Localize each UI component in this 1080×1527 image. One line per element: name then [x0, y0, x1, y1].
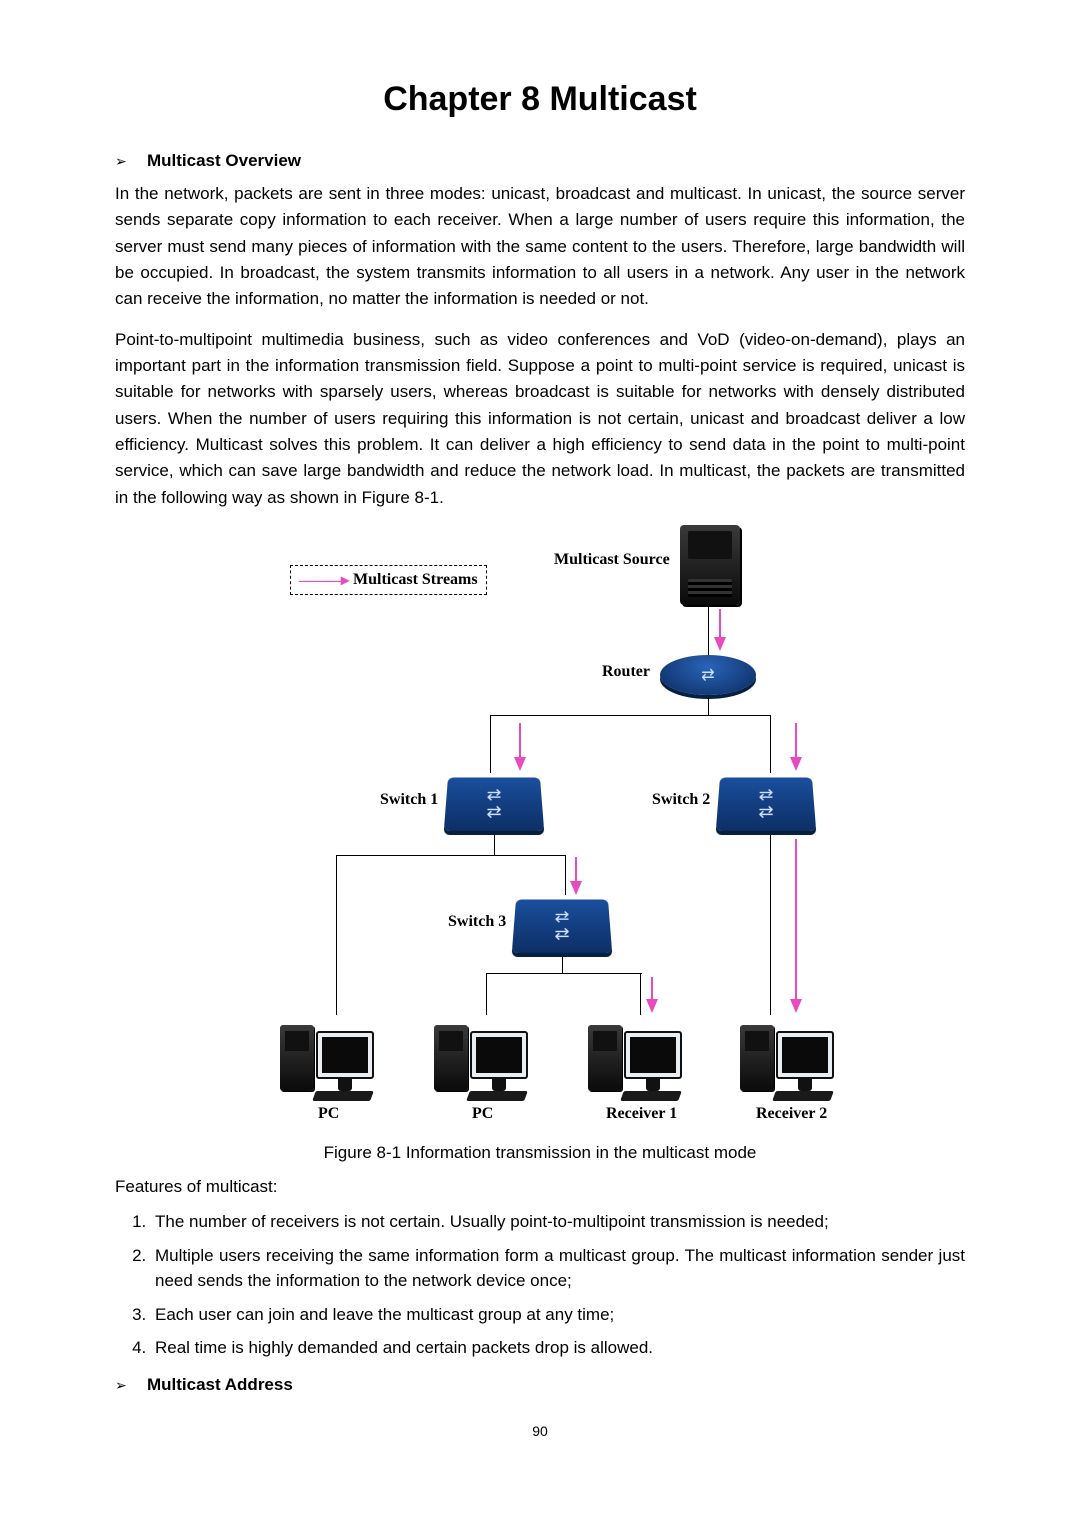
section-heading-address: ➢ Multicast Address [115, 1375, 965, 1395]
feature-item: The number of receivers is not certain. … [151, 1209, 965, 1235]
section-heading-overview: ➢ Multicast Overview [115, 151, 965, 171]
chapter-title: Chapter 8 Multicast [115, 80, 965, 119]
features-list: The number of receivers is not certain. … [151, 1209, 965, 1361]
multicast-diagram: ———▸ Multicast Streams Multicast Source … [220, 525, 860, 1125]
feature-item: Multiple users receiving the same inform… [151, 1243, 965, 1294]
page-number: 90 [115, 1423, 965, 1439]
bullet-arrow-icon: ➢ [115, 153, 129, 170]
multicast-stream-arrows [220, 525, 860, 1125]
paragraph-2: Point-to-multipoint multimedia business,… [115, 327, 965, 511]
bullet-arrow-icon: ➢ [115, 1377, 129, 1394]
document-page: Chapter 8 Multicast ➢ Multicast Overview… [115, 0, 965, 1479]
figure-8-1: ———▸ Multicast Streams Multicast Source … [220, 525, 860, 1125]
features-intro: Features of multicast: [115, 1177, 965, 1197]
section-label: Multicast Overview [147, 151, 301, 171]
feature-item: Each user can join and leave the multica… [151, 1302, 965, 1328]
figure-caption: Figure 8-1 Information transmission in t… [115, 1143, 965, 1163]
paragraph-1: In the network, packets are sent in thre… [115, 181, 965, 313]
section-label: Multicast Address [147, 1375, 293, 1395]
feature-item: Real time is highly demanded and certain… [151, 1335, 965, 1361]
